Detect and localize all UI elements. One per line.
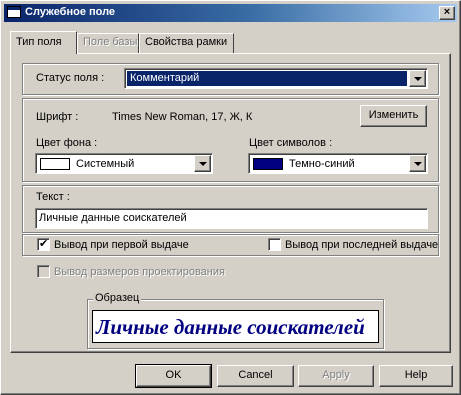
last-issue-label[interactable]: Вывод при последней выдаче — [285, 239, 438, 251]
chevron-down-icon[interactable] — [409, 155, 426, 172]
ok-button[interactable]: OK — [135, 364, 212, 388]
dialog-window: Служебное поле × Тип поля Поле базы Свой… — [0, 0, 461, 395]
apply-button: Apply — [298, 365, 374, 387]
tab-database-field: Поле базы — [77, 33, 139, 53]
tab-label: Тип поля — [16, 36, 62, 48]
status-value: Комментарий — [127, 71, 407, 86]
text-color-label: Цвет символов : — [249, 137, 333, 149]
background-color-swatch — [40, 158, 70, 171]
font-value: Times New Roman, 17, Ж, К — [112, 111, 253, 123]
tab-label: Свойства рамки — [145, 36, 228, 48]
text-color-value: Темно-синий — [289, 158, 355, 170]
text-input[interactable]: Личные данные соискателей — [35, 208, 428, 229]
background-color-label: Цвет фона : — [36, 137, 98, 149]
first-issue-label[interactable]: Вывод при первой выдаче — [54, 239, 189, 251]
chevron-down-icon[interactable] — [194, 155, 211, 172]
sample-caption: Образец — [93, 292, 142, 304]
design-sizes-checkbox — [37, 265, 50, 278]
design-sizes-label: Вывод размеров проектирования — [54, 266, 225, 278]
tab-label: Поле базы — [83, 36, 138, 48]
check-icon: ✔ — [39, 238, 49, 250]
status-dropdown[interactable]: Комментарий — [124, 68, 428, 89]
status-label: Статус поля : — [36, 72, 105, 84]
change-font-button[interactable]: Изменить — [360, 105, 427, 127]
close-button[interactable]: × — [439, 6, 455, 20]
sample-preview: Личные данные соискателей — [92, 310, 379, 343]
title-bar[interactable]: Служебное поле × — [4, 4, 457, 22]
text-label: Текст : — [36, 191, 70, 203]
tab-field-type[interactable]: Тип поля — [10, 31, 77, 54]
window-title: Служебное поле — [25, 6, 116, 18]
text-color-dropdown[interactable]: Темно-синий — [248, 153, 428, 174]
chevron-down-icon[interactable] — [409, 70, 426, 87]
tab-frame-properties[interactable]: Свойства рамки — [139, 33, 234, 53]
background-color-value: Системный — [76, 158, 135, 170]
last-issue-checkbox[interactable] — [268, 238, 281, 251]
text-color-swatch — [253, 158, 283, 171]
background-color-dropdown[interactable]: Системный — [35, 153, 213, 174]
font-label: Шрифт : — [36, 111, 79, 123]
close-icon: × — [443, 6, 451, 18]
help-button[interactable]: Help — [379, 365, 453, 387]
window-icon — [7, 6, 21, 18]
cancel-button[interactable]: Cancel — [217, 365, 294, 387]
first-issue-checkbox[interactable]: ✔ — [37, 238, 50, 251]
sample-text: Личные данные соискателей — [96, 315, 365, 339]
